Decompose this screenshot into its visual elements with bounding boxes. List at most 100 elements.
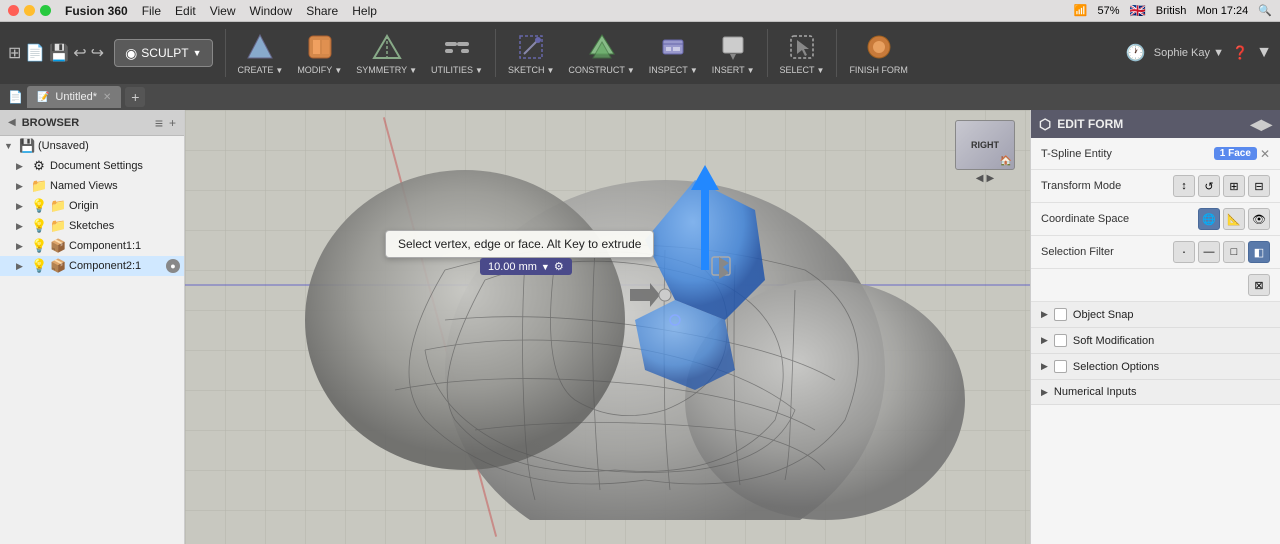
tree-named-views[interactable]: ▶ 📁 Named Views <box>0 176 184 196</box>
distance-dropdown[interactable]: ▼ <box>541 262 550 272</box>
distance-value: 10.00 mm <box>488 261 537 273</box>
doc-settings-label: Document Settings <box>50 160 180 172</box>
main-area: ◀ BROWSER ≡ + ▼ 💾 (Unsaved) ▶ ⚙ Document… <box>0 110 1280 544</box>
toolbar-sketch[interactable]: SKETCH ▼ <box>502 27 560 79</box>
tree-origin[interactable]: ▶ 💡 📁 Origin <box>0 196 184 216</box>
filter-edge[interactable]: — <box>1198 241 1220 263</box>
search-icon[interactable]: 🔍 <box>1258 4 1272 17</box>
utilities-label: UTILITIES ▼ <box>431 65 483 75</box>
tab-untitled[interactable]: 📝 Untitled* ✕ <box>27 86 121 108</box>
toolbar-create[interactable]: CREATE ▼ <box>232 27 290 79</box>
home-icon[interactable]: 🏠 <box>1000 156 1012 167</box>
doc-settings-arrow: ▶ <box>16 161 28 172</box>
undo-icon[interactable]: ↩ <box>73 43 86 63</box>
menu-edit[interactable]: Edit <box>175 4 196 18</box>
browser-header: ◀ BROWSER ≡ + <box>0 110 184 136</box>
transform-mode-move[interactable]: ↕ <box>1173 175 1195 197</box>
t-spline-close-button[interactable]: ✕ <box>1260 147 1270 161</box>
filter-extra-btn[interactable]: ⊠ <box>1248 274 1270 296</box>
tree-component1[interactable]: ▶ 💡 📦 Component1:1 <box>0 236 184 256</box>
toolbar-symmetry[interactable]: SYMMETRY ▼ <box>350 27 423 79</box>
close-button[interactable] <box>8 5 19 16</box>
menu-window[interactable]: Window <box>250 4 293 18</box>
selection-opts-checkbox[interactable] <box>1054 360 1067 373</box>
sidebar: ◀ BROWSER ≡ + ▼ 💾 (Unsaved) ▶ ⚙ Document… <box>0 110 185 544</box>
right-panel: ⬡ EDIT FORM ◀▶ T-Spline Entity 1 Face ✕ … <box>1030 110 1280 544</box>
menu-help[interactable]: Help <box>352 4 377 18</box>
profile-btn[interactable]: Sophie Kay ▼ <box>1154 47 1224 59</box>
save-icon[interactable]: 💾 <box>49 43 69 63</box>
toolbar-modify[interactable]: MODIFY ▼ <box>291 27 348 79</box>
object-snap-section[interactable]: ▶ Object Snap <box>1031 302 1280 328</box>
view-nav-left[interactable]: ◀ <box>976 173 984 184</box>
tree-component2[interactable]: ▶ 💡 📦 Component2:1 ● <box>0 256 184 276</box>
menu-view[interactable]: View <box>210 4 236 18</box>
coordinate-space-label: Coordinate Space <box>1041 213 1141 225</box>
toolbar-insert[interactable]: INSERT ▼ <box>706 27 761 79</box>
sketch-arrow: ▼ <box>546 66 554 75</box>
tree-doc-settings[interactable]: ▶ ⚙ Document Settings <box>0 156 184 176</box>
sketch-label: SKETCH ▼ <box>508 65 554 75</box>
toolbar-select[interactable]: SELECT ▼ <box>774 27 831 79</box>
soft-modification-section[interactable]: ▶ Soft Modification <box>1031 328 1280 354</box>
tab-icon: 📝 <box>37 92 49 103</box>
view-cube-face[interactable]: RIGHT 🏠 <box>955 120 1015 170</box>
filter-body[interactable]: ◧ <box>1248 241 1270 263</box>
browser-expand-btn[interactable]: + <box>169 116 176 130</box>
help-btn[interactable]: ❓ <box>1232 45 1248 61</box>
construct-label: CONSTRUCT ▼ <box>568 65 634 75</box>
browser-menu-btn[interactable]: ≡ <box>155 115 163 131</box>
new-tab-button[interactable]: + <box>125 87 145 107</box>
redo-icon[interactable]: ↪ <box>91 43 104 63</box>
t-spline-row: T-Spline Entity 1 Face ✕ <box>1031 138 1280 170</box>
transform-mode-mixed[interactable]: ⊟ <box>1248 175 1270 197</box>
origin-arrow: ▶ <box>16 201 28 212</box>
viewport[interactable]: Select vertex, edge or face. Alt Key to … <box>185 110 1030 544</box>
numerical-inputs-arrow: ▶ <box>1041 387 1048 398</box>
soft-mod-checkbox[interactable] <box>1054 334 1067 347</box>
component2-arrow: ▶ <box>16 261 28 272</box>
insert-arrow: ▼ <box>747 66 755 75</box>
selection-opts-title: Selection Options <box>1073 361 1159 373</box>
numerical-inputs-section[interactable]: ▶ Numerical Inputs <box>1031 380 1280 405</box>
selection-filter-label: Selection Filter <box>1041 246 1141 258</box>
sculpt-button[interactable]: ◉ SCULPT ▼ <box>114 39 212 67</box>
file-icon[interactable]: 📄 <box>25 43 45 63</box>
create-icon <box>244 31 276 63</box>
tree-sketches[interactable]: ▶ 💡 📁 Sketches <box>0 216 184 236</box>
menu-share[interactable]: Share <box>306 4 338 18</box>
origin-light-icon: 💡 <box>31 198 47 214</box>
toolbar-inspect[interactable]: INSPECT ▼ <box>643 27 704 79</box>
view-nav-right[interactable]: ▶ <box>987 173 995 184</box>
tree-root[interactable]: ▼ 💾 (Unsaved) <box>0 136 184 156</box>
transform-mode-rotate[interactable]: ↺ <box>1198 175 1220 197</box>
clock-icon[interactable]: 🕐 <box>1126 43 1146 63</box>
coord-world[interactable]: 🌐 <box>1198 208 1220 230</box>
root-arrow: ▼ <box>4 141 16 151</box>
toolbar-divider <box>225 29 226 77</box>
minimize-button[interactable] <box>24 5 35 16</box>
panel-expand-button[interactable]: ◀▶ <box>1250 116 1272 133</box>
toolbar-construct[interactable]: CONSTRUCT ▼ <box>562 27 640 79</box>
component1-light-icon: 💡 <box>31 238 47 254</box>
toolbar-finish-form[interactable]: FINISH FORM <box>843 27 914 79</box>
settings-btn[interactable]: ▼ <box>1256 44 1272 62</box>
selection-options-section[interactable]: ▶ Selection Options <box>1031 354 1280 380</box>
toolbar-utilities[interactable]: UTILITIES ▼ <box>425 27 489 79</box>
sketches-label: Sketches <box>69 220 180 232</box>
coord-view[interactable]: 👁 <box>1248 208 1270 230</box>
view-cube[interactable]: RIGHT 🏠 ◀ ▶ <box>950 120 1020 190</box>
object-snap-checkbox[interactable] <box>1054 308 1067 321</box>
coordinate-space-row: Coordinate Space 🌐 📐 👁 <box>1031 203 1280 236</box>
filter-vertex[interactable]: ⋅ <box>1173 241 1195 263</box>
filter-face[interactable]: □ <box>1223 241 1245 263</box>
browser-collapse-arrow[interactable]: ◀ <box>8 117 16 128</box>
transform-mode-scale[interactable]: ⊞ <box>1223 175 1245 197</box>
distance-settings[interactable]: ⚙ <box>554 260 564 273</box>
menu-file[interactable]: File <box>142 4 161 18</box>
grid-icon[interactable]: ⊞ <box>8 43 21 63</box>
maximize-button[interactable] <box>40 5 51 16</box>
tab-close-button[interactable]: ✕ <box>103 92 111 103</box>
select-icon <box>786 31 818 63</box>
coord-local[interactable]: 📐 <box>1223 208 1245 230</box>
